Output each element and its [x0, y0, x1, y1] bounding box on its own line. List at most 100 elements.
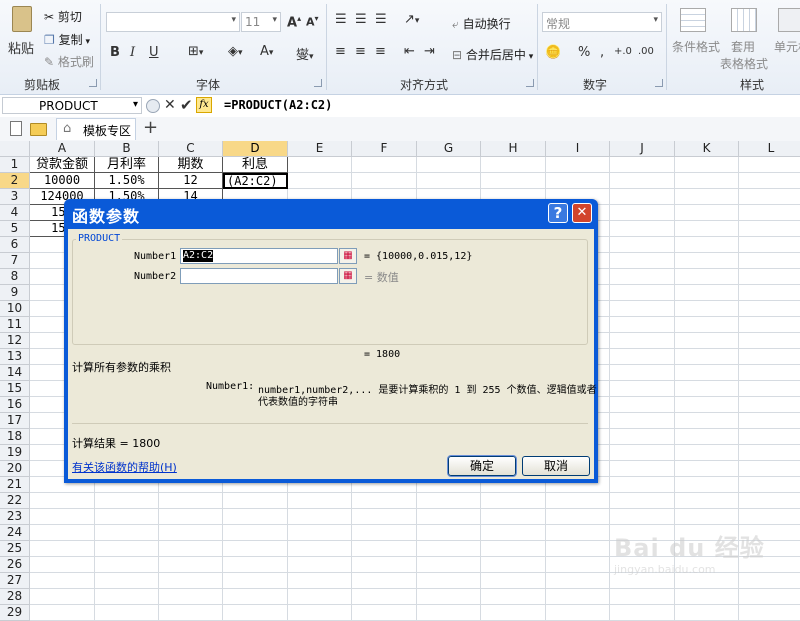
grid-cell[interactable]	[610, 317, 675, 333]
grid-cell[interactable]	[675, 493, 739, 509]
cell-a2[interactable]: 10000	[30, 173, 95, 189]
decrease-indent-icon[interactable]: ⇤	[404, 44, 415, 59]
number2-input[interactable]	[180, 268, 338, 284]
grid-cell[interactable]	[610, 333, 675, 349]
cell-d2[interactable]: (A2:C2)	[223, 173, 288, 189]
grid-cell[interactable]	[159, 605, 223, 621]
add-tab-button[interactable]: +	[143, 117, 158, 138]
wrap-text-button[interactable]: ⤶ 自动换行	[452, 15, 511, 32]
grid-cell[interactable]	[288, 525, 352, 541]
row-header[interactable]: 12	[0, 333, 30, 349]
new-file-icon[interactable]	[10, 121, 22, 136]
grid-cell[interactable]	[352, 557, 417, 573]
grid-cell[interactable]	[739, 333, 800, 349]
grid-cell[interactable]	[610, 349, 675, 365]
grid-cell[interactable]	[610, 589, 675, 605]
column-header[interactable]: D	[223, 141, 288, 157]
row-header[interactable]: 17	[0, 413, 30, 429]
grid-cell[interactable]	[675, 429, 739, 445]
increase-indent-icon[interactable]: ⇥	[424, 44, 435, 59]
cut-button[interactable]: ✂ 剪切	[44, 8, 82, 25]
grid-cell[interactable]	[417, 509, 481, 525]
grid-cell[interactable]	[417, 573, 481, 589]
grid-cell[interactable]	[417, 493, 481, 509]
help-button[interactable]: ?	[548, 203, 568, 223]
grid-cell[interactable]	[675, 253, 739, 269]
grid-cell[interactable]	[675, 317, 739, 333]
grid-cell[interactable]	[610, 605, 675, 621]
cell-c2[interactable]: 12	[159, 173, 223, 189]
row-header[interactable]: 11	[0, 317, 30, 333]
column-header[interactable]: H	[481, 141, 546, 157]
grid-cell[interactable]	[610, 269, 675, 285]
grid-cell[interactable]	[352, 509, 417, 525]
column-header[interactable]: A	[30, 141, 95, 157]
grid-cell[interactable]	[352, 589, 417, 605]
grid-cell[interactable]	[30, 493, 95, 509]
grid-cell[interactable]	[288, 573, 352, 589]
grid-cell[interactable]	[675, 285, 739, 301]
grid-cell[interactable]	[610, 445, 675, 461]
font-name-combo[interactable]: ▾	[106, 12, 240, 32]
grid-cell[interactable]	[95, 509, 159, 525]
row-header[interactable]: 26	[0, 557, 30, 573]
grid-cell[interactable]	[675, 413, 739, 429]
grid-cell[interactable]	[288, 157, 352, 173]
grid-cell[interactable]	[30, 573, 95, 589]
grid-cell[interactable]	[481, 525, 546, 541]
align-left-icon[interactable]: ≡	[335, 44, 346, 59]
grid-cell[interactable]	[546, 557, 610, 573]
grid-cell[interactable]	[546, 157, 610, 173]
grid-cell[interactable]	[223, 541, 288, 557]
grid-cell[interactable]	[223, 525, 288, 541]
grid-cell[interactable]	[610, 157, 675, 173]
grid-cell[interactable]	[675, 477, 739, 493]
row-header[interactable]: 5	[0, 221, 30, 237]
grid-cell[interactable]	[739, 205, 800, 221]
cell-b2[interactable]: 1.50%	[95, 173, 159, 189]
grid-cell[interactable]	[30, 589, 95, 605]
fill-color-icon[interactable]: ◈▾	[228, 44, 243, 59]
alignment-dialog-launcher[interactable]	[526, 79, 534, 87]
ok-button[interactable]: 确定	[447, 455, 517, 477]
grid-cell[interactable]	[610, 237, 675, 253]
grid-cell[interactable]	[675, 365, 739, 381]
row-header[interactable]: 21	[0, 477, 30, 493]
decrease-decimal-icon[interactable]: .00	[638, 46, 654, 57]
grid-cell[interactable]	[352, 493, 417, 509]
grid-cell[interactable]	[159, 525, 223, 541]
row-header[interactable]: 27	[0, 573, 30, 589]
grid-cell[interactable]	[739, 189, 800, 205]
name-box[interactable]: PRODUCT ▾	[2, 97, 142, 114]
row-header[interactable]: 7	[0, 253, 30, 269]
grid-cell[interactable]	[288, 173, 352, 189]
select-all-corner[interactable]	[0, 141, 30, 157]
percent-icon[interactable]: %	[578, 45, 590, 60]
grid-cell[interactable]	[675, 349, 739, 365]
grid-cell[interactable]	[95, 493, 159, 509]
grid-cell[interactable]	[288, 557, 352, 573]
row-header[interactable]: 18	[0, 429, 30, 445]
grid-cell[interactable]	[546, 589, 610, 605]
grid-cell[interactable]	[739, 301, 800, 317]
row-header[interactable]: 8	[0, 269, 30, 285]
row-header[interactable]: 1	[0, 157, 30, 173]
grid-cell[interactable]	[30, 541, 95, 557]
grid-cell[interactable]	[739, 461, 800, 477]
row-header[interactable]: 15	[0, 381, 30, 397]
grid-cell[interactable]	[739, 509, 800, 525]
grid-cell[interactable]	[546, 541, 610, 557]
grid-cell[interactable]	[675, 397, 739, 413]
collapse-dialog-icon[interactable]: ▦	[339, 248, 357, 264]
grid-cell[interactable]	[610, 173, 675, 189]
grid-cell[interactable]	[95, 557, 159, 573]
cell-styles-button[interactable]: 单元格	[774, 8, 800, 55]
grid-cell[interactable]	[739, 445, 800, 461]
collapse-dialog-icon[interactable]: ▦	[339, 268, 357, 284]
row-header[interactable]: 4	[0, 205, 30, 221]
grid-cell[interactable]	[610, 189, 675, 205]
grid-cell[interactable]	[610, 285, 675, 301]
grid-cell[interactable]	[610, 221, 675, 237]
grid-cell[interactable]	[481, 509, 546, 525]
bold-icon[interactable]: B	[110, 45, 120, 60]
